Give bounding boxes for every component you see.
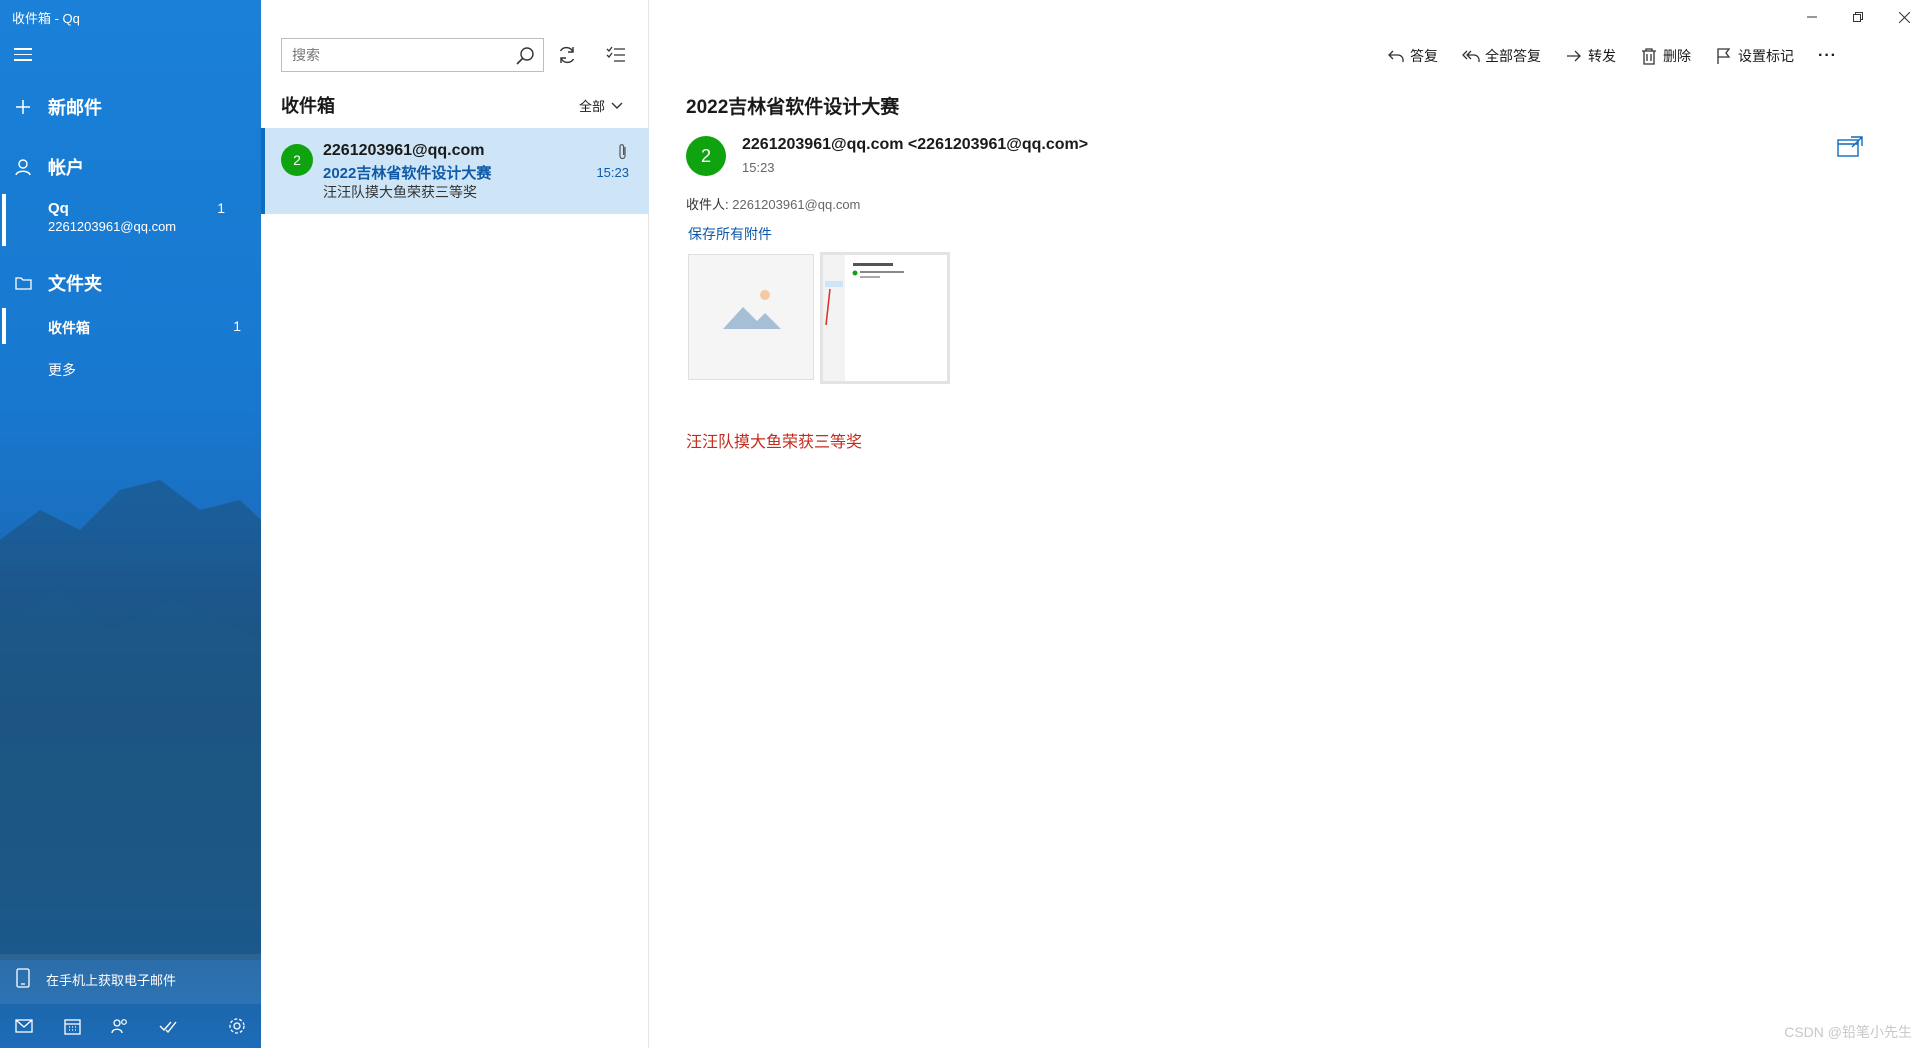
folder-more-link[interactable]: 更多 xyxy=(48,360,76,380)
sender-avatar: 2 xyxy=(281,144,313,176)
sync-icon xyxy=(559,46,575,64)
restore-icon xyxy=(1853,12,1863,22)
more-actions-label: ··· xyxy=(1818,47,1837,64)
more-actions-button[interactable]: ··· xyxy=(1818,47,1837,65)
selection-indicator xyxy=(2,194,6,246)
todo-icon[interactable] xyxy=(144,1004,192,1048)
message-sender: 2261203961@qq.com xyxy=(323,142,485,159)
recipients-label: 收件人: xyxy=(686,197,729,212)
sync-button[interactable] xyxy=(554,42,580,68)
get-mobile-mail-label: 在手机上获取电子邮件 xyxy=(46,972,177,988)
popout-window-icon[interactable] xyxy=(1837,136,1863,158)
account-name: Qq xyxy=(48,200,69,217)
folder-icon xyxy=(14,274,32,292)
message-list-pane: 收件箱 全部 2 2261203961@qq.com 2022吉林省软件设计大赛… xyxy=(261,0,649,1048)
window-title: 收件箱 - Qq xyxy=(12,11,80,26)
chevron-down-icon xyxy=(611,102,623,109)
selection-indicator xyxy=(261,128,265,214)
recipients-line: 收件人: 2261203961@qq.com xyxy=(686,194,860,213)
reply-icon xyxy=(1388,50,1404,62)
selection-indicator xyxy=(2,308,6,344)
flag-button[interactable]: 设置标记 xyxy=(1715,46,1794,66)
reply-button[interactable]: 答复 xyxy=(1387,46,1438,66)
sent-time: 15:23 xyxy=(742,160,775,175)
close-icon xyxy=(1898,11,1910,23)
people-icon[interactable] xyxy=(96,1004,144,1048)
list-title: 收件箱 xyxy=(281,96,335,116)
app-switcher-bar xyxy=(0,1004,261,1048)
flag-label: 设置标记 xyxy=(1738,48,1794,64)
forward-button[interactable]: 转发 xyxy=(1565,46,1616,66)
message-preview: 汪汪队摸大鱼荣获三等奖 xyxy=(323,184,477,200)
account-item-qq[interactable]: Qq 2261203961@qq.com 1 xyxy=(0,192,261,246)
message-time: 15:23 xyxy=(596,165,629,180)
selection-mode-button[interactable] xyxy=(603,42,629,68)
account-address: 2261203961@qq.com xyxy=(48,219,177,234)
folder-item-inbox[interactable]: 收件箱 1 xyxy=(0,308,261,344)
account-unread-count: 1 xyxy=(217,200,225,216)
folder-inbox-unread-count: 1 xyxy=(233,318,241,334)
command-bar: 答复 全部答复 转发 删除 设置标记 ··· xyxy=(1387,44,1861,68)
email-body-text: 汪汪队摸大鱼荣获三等奖 xyxy=(686,434,863,451)
delete-button[interactable]: 删除 xyxy=(1640,46,1691,66)
screenshot-preview-image xyxy=(823,255,947,381)
save-all-attachments-link[interactable]: 保存所有附件 xyxy=(688,224,772,244)
reply-all-icon xyxy=(1462,50,1480,62)
close-button[interactable] xyxy=(1881,4,1920,30)
navigation-pane: 收件箱 - Qq 新邮件 帐户 Qq 2261203961@qq.com 1 文… xyxy=(0,0,261,1048)
flag-icon xyxy=(1717,48,1731,64)
sender-name[interactable]: 2261203961@qq.com <2261203961@qq.com> xyxy=(742,136,1088,154)
mail-icon[interactable] xyxy=(0,1004,48,1048)
forward-arrow-icon xyxy=(1567,50,1581,62)
phone-icon xyxy=(16,968,32,990)
watermark-text: CSDN @铅笔小先生 xyxy=(1784,1024,1912,1040)
search-icon[interactable] xyxy=(515,46,535,66)
accounts-button[interactable]: 帐户 xyxy=(0,154,261,180)
delete-label: 删除 xyxy=(1663,48,1691,64)
gear-icon[interactable] xyxy=(213,1004,261,1048)
restore-button[interactable] xyxy=(1835,4,1881,30)
plus-icon xyxy=(14,98,32,116)
email-subject: 2022吉林省软件设计大赛 xyxy=(686,97,900,118)
hamburger-menu-icon[interactable] xyxy=(14,48,32,62)
sender-avatar: 2 xyxy=(686,136,726,176)
accounts-heading: 帐户 xyxy=(48,158,84,178)
search-input[interactable] xyxy=(282,39,502,71)
recipients-value[interactable]: 2261203961@qq.com xyxy=(732,197,860,212)
filter-label: 全部 xyxy=(579,99,606,114)
calendar-icon[interactable] xyxy=(48,1004,96,1048)
reply-label: 答复 xyxy=(1410,48,1438,64)
new-mail-label: 新邮件 xyxy=(48,98,102,118)
reading-pane: 答复 全部答复 转发 删除 设置标记 ··· 2022吉林省软件设计大赛 2 2… xyxy=(650,0,1920,1048)
attachment-thumbnail[interactable] xyxy=(688,254,814,380)
mountain-background xyxy=(0,480,261,960)
forward-label: 转发 xyxy=(1588,48,1616,64)
message-subject: 2022吉林省软件设计大赛 xyxy=(323,165,492,182)
checklist-icon xyxy=(606,46,625,62)
search-box[interactable] xyxy=(281,38,544,72)
image-placeholder-icon xyxy=(723,290,781,329)
message-list-item[interactable]: 2 2261203961@qq.com 2022吉林省软件设计大赛 汪汪队摸大鱼… xyxy=(261,128,649,214)
new-mail-button[interactable]: 新邮件 xyxy=(0,94,261,120)
minimize-icon xyxy=(1807,16,1817,18)
folders-button[interactable]: 文件夹 xyxy=(0,270,261,296)
reply-all-label: 全部答复 xyxy=(1485,48,1541,64)
trash-icon xyxy=(1642,48,1656,65)
folder-inbox-label: 收件箱 xyxy=(48,320,90,336)
folders-heading: 文件夹 xyxy=(48,274,102,294)
get-mobile-mail-button[interactable]: 在手机上获取电子邮件 xyxy=(0,954,261,1004)
paperclip-icon xyxy=(617,143,629,161)
minimize-button[interactable] xyxy=(1789,4,1835,30)
reply-all-button[interactable]: 全部答复 xyxy=(1462,46,1541,66)
attachment-screenshot-thumbnail[interactable] xyxy=(820,252,950,384)
person-icon xyxy=(14,158,32,176)
filter-dropdown[interactable]: 全部 xyxy=(579,96,623,115)
